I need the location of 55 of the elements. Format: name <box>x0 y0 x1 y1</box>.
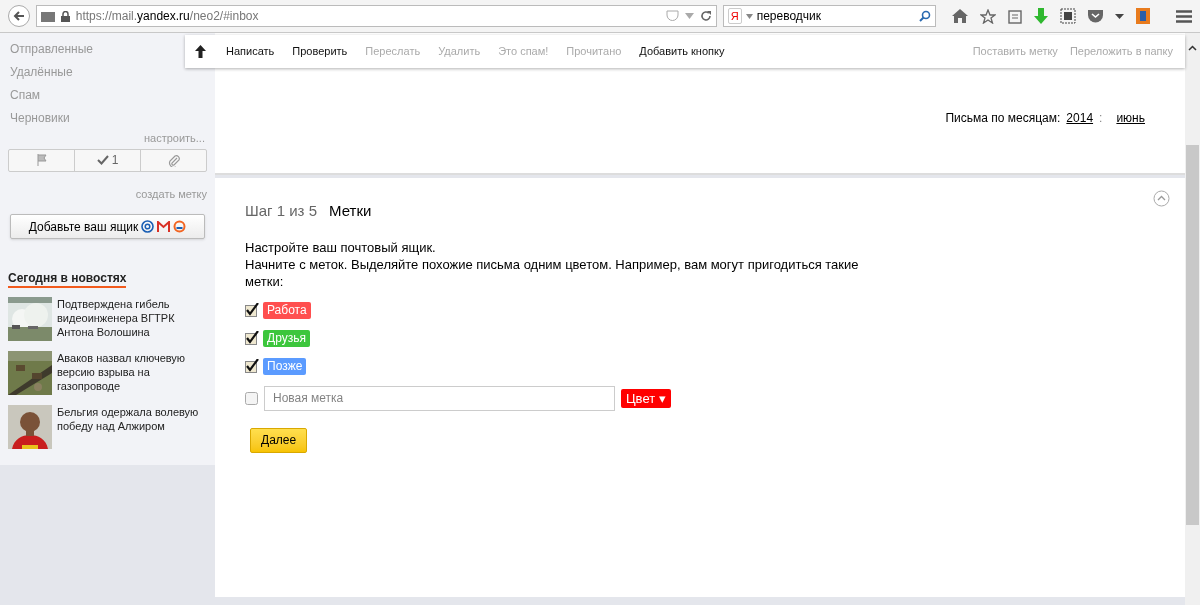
news-link[interactable]: Аваков назвал ключевую версию взрыва на газопроводе <box>57 351 207 395</box>
toolbar-button[interactable]: Проверить <box>292 43 348 60</box>
dropdown-icon <box>745 13 753 19</box>
year-link[interactable]: 2014 <box>1066 109 1094 127</box>
check-icon <box>96 155 109 165</box>
scrollbar-thumb[interactable] <box>1186 145 1199 525</box>
label-tag: Позже <box>263 357 307 375</box>
search-icon <box>919 10 931 22</box>
star-icon[interactable] <box>980 8 996 24</box>
checkbox[interactable] <box>245 331 259 345</box>
label-tag: Друзья <box>263 329 310 347</box>
paperclip-icon <box>167 153 180 167</box>
collapse-icon[interactable] <box>1153 190 1170 207</box>
back-icon <box>12 10 25 22</box>
toolbar-button[interactable]: Написать <box>226 43 275 60</box>
read-filter-button[interactable]: 1 <box>75 149 141 171</box>
checkbox[interactable] <box>245 303 259 317</box>
pocket-icon <box>665 10 679 22</box>
dropdown-icon <box>684 13 694 19</box>
step-indicator: Шаг 1 из 5 <box>245 201 317 221</box>
scroll-up-icon[interactable] <box>1188 45 1197 51</box>
archive-label: Письма по месяцам: <box>945 110 1061 127</box>
news-link[interactable]: Бельгия одержала волевую победу над Алжиром <box>57 405 207 449</box>
gmail-icon <box>157 221 171 232</box>
color-button[interactable]: Цвет ▾ <box>621 388 671 408</box>
month-link[interactable]: июнь <box>1116 109 1145 127</box>
pocket-icon[interactable] <box>1088 9 1103 23</box>
reload-icon <box>699 10 712 22</box>
toolbar-button[interactable]: Добавить кнопку <box>639 43 725 60</box>
clipboard-icon[interactable] <box>1008 8 1022 24</box>
up-arrow-icon[interactable] <box>195 45 206 58</box>
intro-text: Настройте ваш почтовый ящик. <box>245 238 437 256</box>
search-field[interactable]: Я переводчик <box>722 5 936 27</box>
ring-icon <box>173 220 187 233</box>
flag-icon <box>36 154 47 166</box>
checkbox[interactable] <box>245 359 259 373</box>
search-text: переводчик <box>756 8 823 25</box>
dropdown-icon[interactable] <box>1115 13 1124 19</box>
step-title: Метки <box>329 201 372 221</box>
separator-text: : <box>1099 110 1103 127</box>
news-heading: Сегодня в новостях <box>8 271 127 288</box>
lock-icon <box>60 10 70 22</box>
menu-icon[interactable] <box>1176 9 1192 23</box>
new-label-field[interactable]: Новая метка <box>264 385 615 411</box>
news-link[interactable]: Подтверждена гибель видеоинженера ВГТРК Антона Волошина <box>57 297 207 341</box>
search-engine-icon: Я <box>727 8 742 24</box>
next-button[interactable]: Далее <box>250 427 308 453</box>
add-mailbox-button[interactable]: Добавьте ваш ящик <box>10 214 205 239</box>
url-text: https://mail.yandex.ru/neo2/#inbox <box>75 8 259 25</box>
description-text: Начните с меток. Выделяйте похожие письма одним цветом. Например, вам могут пригодиться такие метки: <box>245 255 860 290</box>
checkbox[interactable] <box>245 391 258 405</box>
label-tag: Работа <box>263 301 311 319</box>
back-button[interactable] <box>8 5 30 27</box>
address-bar[interactable]: https://mail.yandex.ru/neo2/#inbox <box>35 5 717 27</box>
home-icon[interactable] <box>952 9 968 23</box>
